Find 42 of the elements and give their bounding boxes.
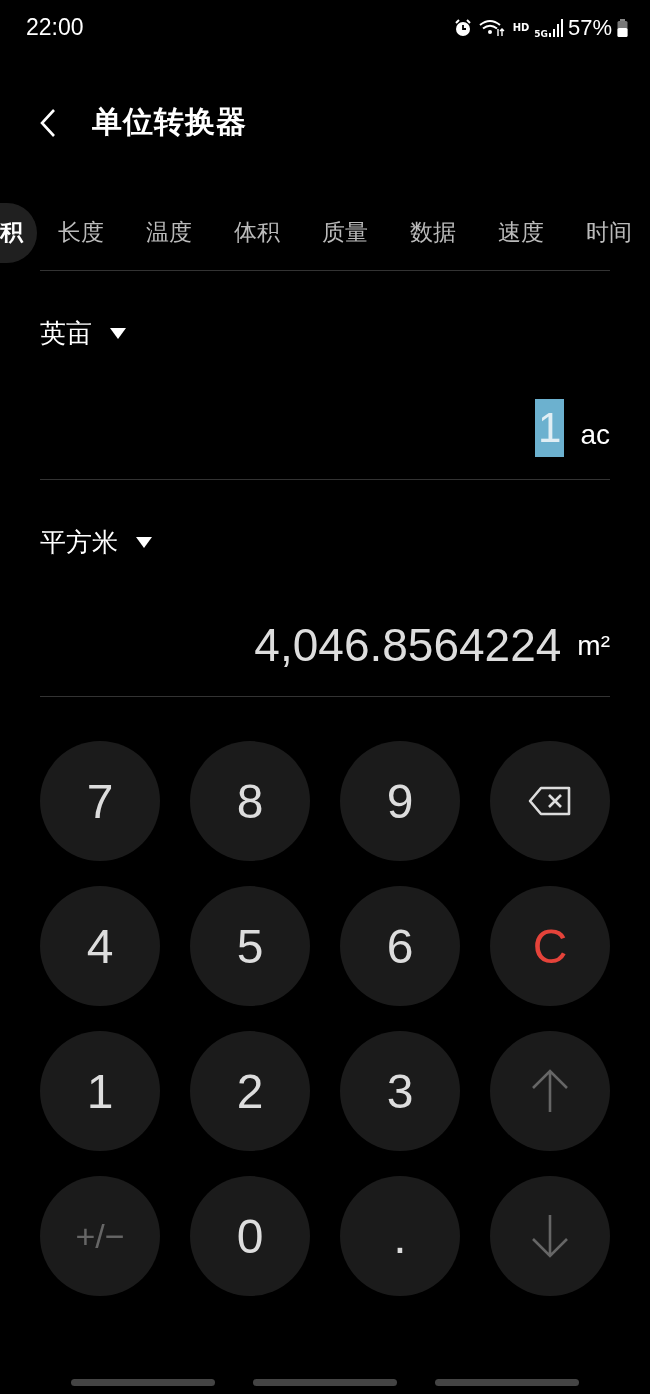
keypad-key[interactable]: 3	[340, 1031, 460, 1151]
unit-dropdown[interactable]: 平方米	[40, 525, 152, 560]
keypad-key[interactable]: 7	[40, 741, 160, 861]
keypad-key[interactable]: 9	[340, 741, 460, 861]
unit-dropdown[interactable]: 英亩	[40, 316, 126, 351]
dropdown-caret-icon	[110, 327, 126, 340]
keypad-key[interactable]: 4	[40, 886, 160, 1006]
signal-icon	[548, 17, 563, 38]
gesture-bar[interactable]	[435, 1379, 579, 1386]
category-tab[interactable]: 温度	[146, 202, 192, 263]
category-tab[interactable]: 时间	[586, 202, 632, 263]
category-tab[interactable]: 数据	[410, 202, 456, 263]
back-button[interactable]	[40, 107, 56, 138]
dropdown-caret-icon	[136, 536, 152, 549]
keypad-key[interactable]: 1	[40, 1031, 160, 1151]
up-arrow-icon	[530, 1068, 570, 1114]
category-tab[interactable]: 体积	[234, 202, 280, 263]
gesture-bar[interactable]	[71, 1379, 215, 1386]
keypad-key[interactable]: 5	[190, 886, 310, 1006]
down-arrow-icon	[530, 1213, 570, 1259]
category-tab[interactable]: 质量	[322, 202, 368, 263]
result-value: 4,046.8564224	[254, 622, 562, 668]
keypad-key[interactable]: 8	[190, 741, 310, 861]
battery-percent: 57%	[567, 14, 612, 41]
backspace-icon	[528, 786, 572, 816]
clock-time: 22:00	[26, 14, 84, 41]
keypad-key[interactable]: 6	[340, 886, 460, 1006]
keypad-key[interactable]: 2	[190, 1031, 310, 1151]
battery-icon	[617, 17, 628, 38]
keypad-key[interactable]: .	[340, 1176, 460, 1296]
unit-symbol: ac	[580, 419, 610, 451]
screen-title: 单位转换器	[92, 103, 247, 141]
hd-label: HD	[512, 22, 530, 33]
category-tab[interactable]: 长度	[58, 202, 104, 263]
category-tab[interactable]: 积	[0, 202, 37, 263]
network-type-label: 5G	[534, 28, 548, 39]
wifi-icon	[477, 17, 506, 38]
clear-key[interactable]: C	[490, 886, 610, 1006]
gesture-bar[interactable]	[253, 1379, 397, 1386]
keypad-key[interactable]: 0	[190, 1176, 310, 1296]
unit-symbol: m²	[577, 630, 610, 662]
category-tab[interactable]: 速度	[498, 202, 544, 263]
